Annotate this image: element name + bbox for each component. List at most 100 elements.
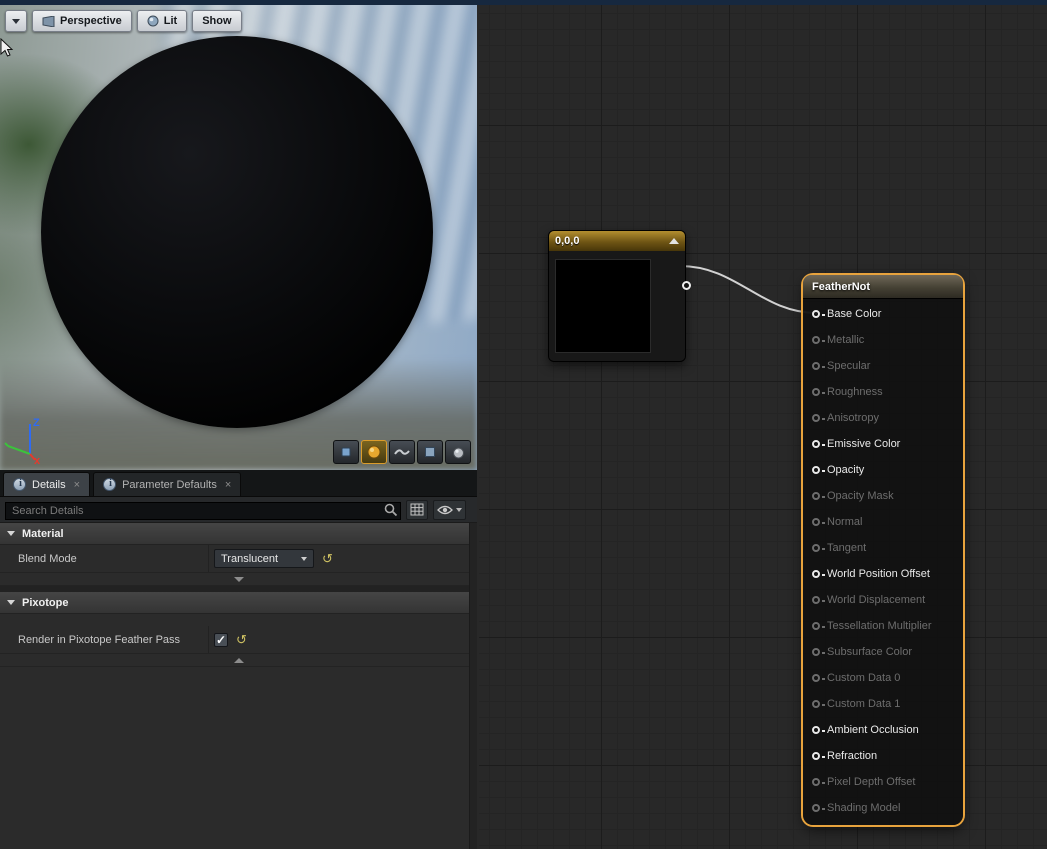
input-pin-icon[interactable] (812, 310, 820, 318)
tab-label: Parameter Defaults (122, 479, 217, 491)
axis-gizmo: Z x (4, 414, 52, 464)
info-icon (13, 478, 26, 491)
search-input[interactable] (5, 502, 401, 520)
pin-row[interactable]: Custom Data 1 (803, 691, 963, 717)
pin-row[interactable]: Base Color (803, 301, 963, 327)
preview-sphere-button[interactable] (361, 440, 387, 464)
pin-row[interactable]: Tangent (803, 535, 963, 561)
blend-mode-value: Translucent (208, 545, 477, 572)
details-scrollbar[interactable] (469, 523, 477, 849)
collapse-icon[interactable] (669, 238, 679, 244)
pin-row[interactable]: World Position Offset (803, 561, 963, 587)
pin-label: Emissive Color (827, 438, 900, 450)
pin-label: Pixel Depth Offset (827, 776, 915, 788)
pin-row[interactable]: Refraction (803, 743, 963, 769)
input-pin-icon[interactable] (812, 778, 820, 786)
material-graph-canvas[interactable]: 0,0,0 FeatherNot Base Color Metallic Specu… (479, 0, 1047, 849)
pin-row[interactable]: Opacity (803, 457, 963, 483)
pin-label: Tessellation Multiplier (827, 620, 932, 632)
search-box (5, 501, 401, 519)
display-filter-button[interactable] (406, 500, 428, 520)
feather-pass-checkbox[interactable] (214, 633, 228, 647)
pin-row[interactable]: Ambient Occlusion (803, 717, 963, 743)
pin-row[interactable]: Custom Data 0 (803, 665, 963, 691)
input-pin-icon[interactable] (812, 388, 820, 396)
input-pin-icon[interactable] (812, 804, 820, 812)
input-pin-icon[interactable] (812, 726, 820, 734)
input-pin-icon[interactable] (812, 622, 820, 630)
expand-triangle-icon (7, 531, 15, 536)
wire-constant-to-basecolor[interactable] (680, 266, 817, 313)
reset-to-default-icon[interactable] (322, 552, 333, 565)
chevron-down-icon (301, 557, 307, 561)
input-pin-icon[interactable] (812, 414, 820, 422)
pin-row[interactable]: Pixel Depth Offset (803, 769, 963, 795)
input-pin-icon[interactable] (812, 674, 820, 682)
input-pin-icon[interactable] (812, 570, 820, 578)
pin-label: Subsurface Color (827, 646, 912, 658)
material-result-node[interactable]: FeatherNot Base Color Metallic Specular Rou… (803, 275, 963, 825)
constant-color-node[interactable]: 0,0,0 (548, 230, 686, 362)
input-pin-icon[interactable] (812, 518, 820, 526)
close-icon[interactable]: × (225, 479, 231, 491)
mouse-cursor (0, 38, 14, 58)
tab-label: Details (32, 479, 66, 491)
close-icon[interactable]: × (74, 479, 80, 491)
input-pin-icon[interactable] (812, 466, 820, 474)
pin-row[interactable]: Metallic (803, 327, 963, 353)
preview-cylinder-button[interactable] (333, 440, 359, 464)
pin-row[interactable]: Emissive Color (803, 431, 963, 457)
perspective-label: Perspective (60, 15, 122, 27)
show-label: Show (202, 15, 231, 27)
pin-row[interactable]: Subsurface Color (803, 639, 963, 665)
constant-node-header[interactable]: 0,0,0 (549, 231, 685, 251)
input-pin-icon[interactable] (812, 336, 820, 344)
pin-row[interactable]: Opacity Mask (803, 483, 963, 509)
constant-node-body (549, 251, 685, 361)
preview-cube-button[interactable] (417, 440, 443, 464)
gizmo-x-label: x (34, 455, 41, 464)
lit-button[interactable]: Lit (137, 10, 187, 32)
reset-to-default-icon[interactable] (236, 633, 247, 646)
window-top-strip (0, 0, 1047, 5)
material-preview-viewport[interactable]: Perspective Lit Show (0, 5, 477, 470)
blend-mode-row: Blend Mode Translucent (0, 545, 477, 573)
pin-row[interactable]: Anisotropy (803, 405, 963, 431)
output-pin[interactable] (682, 281, 691, 290)
feather-pass-row: Render in Pixotope Feather Pass (0, 626, 477, 654)
preview-teapot-button[interactable] (445, 440, 471, 464)
input-pin-icon[interactable] (812, 544, 820, 552)
section-header-pixotope[interactable]: Pixotope (0, 592, 477, 614)
collapse-expander[interactable] (0, 654, 477, 667)
input-pin-icon[interactable] (812, 492, 820, 500)
pin-row[interactable]: Roughness (803, 379, 963, 405)
pin-row[interactable]: Shading Model (803, 795, 963, 821)
view-options-button[interactable] (433, 500, 466, 520)
section-header-material[interactable]: Material (0, 523, 477, 545)
pin-row[interactable]: World Displacement (803, 587, 963, 613)
input-pin-icon[interactable] (812, 752, 820, 760)
tab-parameter-defaults[interactable]: Parameter Defaults × (93, 472, 241, 496)
input-pin-icon[interactable] (812, 648, 820, 656)
input-pin-icon[interactable] (812, 440, 820, 448)
input-pin-icon[interactable] (812, 596, 820, 604)
material-node-header[interactable]: FeatherNot (803, 275, 963, 299)
pin-label: Metallic (827, 334, 864, 346)
details-search-row (0, 497, 477, 523)
teapot-icon (451, 446, 466, 459)
tab-details[interactable]: Details × (3, 472, 90, 496)
dropdown-value: Translucent (221, 553, 278, 565)
pin-row[interactable]: Tessellation Multiplier (803, 613, 963, 639)
color-swatch[interactable] (555, 259, 651, 353)
viewport-options-button[interactable] (5, 10, 27, 32)
input-pin-icon[interactable] (812, 700, 820, 708)
perspective-button[interactable]: Perspective (32, 10, 132, 32)
preview-plane-button[interactable] (389, 440, 415, 464)
blend-mode-dropdown[interactable]: Translucent (214, 549, 314, 568)
show-button[interactable]: Show (192, 10, 241, 32)
pin-label: Specular (827, 360, 870, 372)
input-pin-icon[interactable] (812, 362, 820, 370)
pin-row[interactable]: Normal (803, 509, 963, 535)
pin-row[interactable]: Specular (803, 353, 963, 379)
advanced-expander[interactable] (0, 573, 477, 586)
